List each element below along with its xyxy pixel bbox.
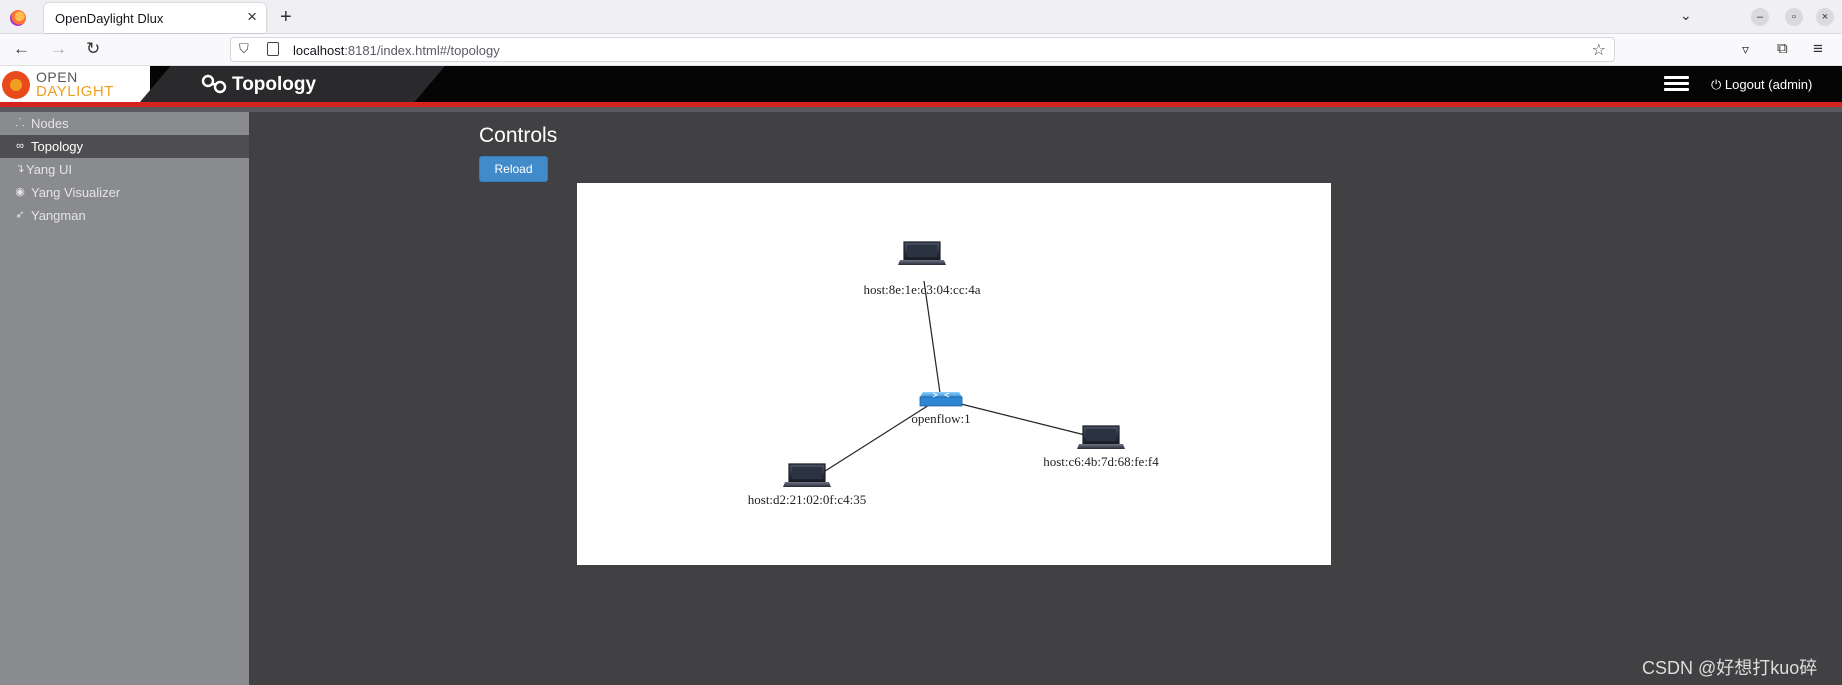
rocket-icon: ➶ [15, 209, 25, 221]
level-down-icon: ↴ [15, 163, 25, 175]
hamburger-menu-icon[interactable] [1664, 76, 1689, 92]
host-node[interactable]: host:c6:4b:7d:68:fe:f4 [1043, 425, 1159, 469]
sidebar-item-yangman[interactable]: ➶ Yangman [0, 204, 249, 227]
topology-link [956, 402, 1086, 436]
host-node[interactable]: host:d2:21:02:0f:c4:35 [748, 463, 866, 507]
opendaylight-logo[interactable]: OPEN DAYLIGHT [0, 66, 150, 102]
logo-text-bottom: DAYLIGHT [36, 83, 114, 100]
reload-page-icon[interactable]: ↻ [86, 39, 100, 59]
sidebar-item-nodes[interactable]: ⸫ Nodes [0, 112, 249, 135]
eye-icon: ◉ [15, 186, 25, 198]
host-node[interactable]: host:8e:1e:c3:04:cc:4a [864, 241, 981, 297]
shield-icon[interactable]: ⛉ [239, 41, 249, 57]
back-icon[interactable]: ← [13, 39, 30, 59]
topology-link [923, 280, 942, 401]
browser-nav-bar: ← → ↻ ⛉ localhost:8181/index.html#/topol… [0, 34, 1842, 66]
url-text: localhost:8181/index.html#/topology [293, 43, 500, 58]
host-node-label: host:d2:21:02:0f:c4:35 [748, 492, 866, 507]
sidebar-item-label: Nodes [31, 116, 69, 131]
topology-graph[interactable]: host:8e:1e:c3:04:cc:4a host:c6:4b:7d:68:… [577, 183, 1331, 565]
page-title: Topology [232, 74, 317, 95]
forward-icon[interactable]: → [50, 39, 67, 59]
browser-tab-bar: OpenDaylight Dlux × + ⌄ – ▫ × [0, 0, 1842, 34]
restore-icon[interactable]: ▫ [1785, 8, 1803, 26]
new-tab-icon[interactable]: + [280, 4, 292, 30]
watermark: CSDN @好想打kuo碎 [1642, 658, 1818, 678]
sidebar-item-topology[interactable]: ∞ Topology [0, 135, 249, 158]
controls-heading: Controls [479, 124, 558, 147]
sidebar-item-label: Yang Visualizer [31, 185, 121, 200]
bookmark-star-icon[interactable]: ☆ [1592, 40, 1606, 60]
header-grey-divider [0, 107, 1842, 112]
laptop-icon [898, 241, 946, 265]
logout-link[interactable]: ⏻ Logout (admin) [1711, 77, 1812, 93]
logo-flower-icon [2, 71, 30, 99]
host-node-label: host:8e:1e:c3:04:cc:4a [864, 282, 981, 297]
laptop-icon [783, 463, 831, 487]
chevron-down-icon[interactable]: ⌄ [1680, 7, 1692, 24]
sidebar-item-label: Yang UI [26, 162, 73, 177]
sidebar-item-label: Yangman [31, 208, 86, 223]
close-window-icon[interactable]: × [1816, 8, 1834, 26]
firefox-icon [10, 10, 26, 26]
menu-icon[interactable]: ≡ [1813, 39, 1823, 59]
close-tab-icon[interactable]: × [247, 8, 257, 26]
switch-node-label: openflow:1 [911, 411, 970, 426]
app-header: OPEN DAYLIGHT Topology ⏻ Logout (admin) [0, 66, 1842, 102]
sidebar-item-yang-ui[interactable]: ↴ Yang UI [0, 158, 249, 181]
switch-icon [919, 392, 963, 407]
host-node-label: host:c6:4b:7d:68:fe:f4 [1043, 454, 1159, 469]
laptop-icon [1077, 425, 1125, 449]
page-info-icon[interactable] [267, 42, 279, 56]
logo-text-top: OPEN [36, 69, 78, 85]
switch-node[interactable]: openflow:1 [911, 392, 971, 426]
sidebar: ⸫ Nodes ∞ Topology ↴ Yang UI ◉ Yang Visu… [0, 112, 249, 685]
topology-icon [201, 74, 227, 94]
browser-tab[interactable]: OpenDaylight Dlux × [44, 3, 266, 33]
pocket-icon[interactable]: ▿ [1742, 39, 1749, 59]
tab-title: OpenDaylight Dlux [55, 11, 164, 26]
topology-canvas[interactable]: host:8e:1e:c3:04:cc:4a host:c6:4b:7d:68:… [577, 183, 1331, 565]
minimize-icon[interactable]: – [1751, 8, 1769, 26]
extensions-icon[interactable]: ⧉ [1777, 39, 1788, 59]
sidebar-item-label: Topology [31, 139, 84, 154]
sidebar-item-yang-visualizer[interactable]: ◉ Yang Visualizer [0, 181, 249, 204]
sitemap-icon: ⸫ [15, 117, 25, 129]
url-bar[interactable]: ⛉ localhost:8181/index.html#/topology ☆ [230, 37, 1615, 62]
reload-button[interactable]: Reload [479, 156, 548, 182]
link-icon: ∞ [16, 140, 24, 152]
